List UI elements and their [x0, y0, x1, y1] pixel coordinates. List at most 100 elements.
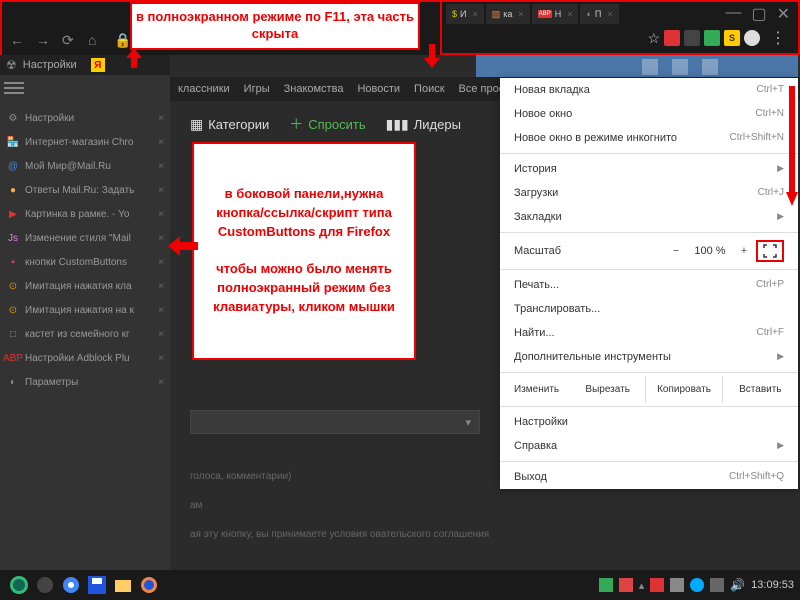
- maximize-icon[interactable]: ▢: [747, 4, 770, 24]
- menu-cast[interactable]: Транслировать...: [500, 297, 798, 321]
- browser-tab[interactable]: ABPН×: [532, 4, 579, 24]
- close-icon[interactable]: ×: [158, 161, 164, 172]
- menu-bookmarks[interactable]: Закладки▶: [500, 205, 798, 229]
- start-button[interactable]: [6, 572, 32, 598]
- forward-icon[interactable]: →: [36, 32, 52, 48]
- mail-icon[interactable]: [702, 59, 718, 75]
- menu-new-window[interactable]: Новое окноCtrl+N: [500, 102, 798, 126]
- close-icon[interactable]: ✕: [773, 4, 794, 24]
- nav-link[interactable]: классники: [178, 83, 230, 95]
- close-icon[interactable]: ×: [518, 9, 523, 19]
- sidebar-item[interactable]: ⊙Имитация нажатия на к×: [2, 298, 168, 322]
- menu-new-tab[interactable]: Новая вкладкаCtrl+T: [500, 78, 798, 102]
- menu-more-tools[interactable]: Дополнительные инструменты▶: [500, 345, 798, 369]
- firefox-icon[interactable]: [136, 572, 162, 598]
- close-icon[interactable]: ×: [158, 305, 164, 316]
- close-icon[interactable]: ×: [158, 233, 164, 244]
- menu-incognito[interactable]: Новое окно в режиме инкогнитоCtrl+Shift+…: [500, 126, 798, 150]
- close-icon[interactable]: ×: [472, 9, 477, 19]
- address-bar[interactable]: ☆ S ⋮: [442, 26, 798, 50]
- menu-downloads[interactable]: ЗагрузкиCtrl+J: [500, 181, 798, 205]
- close-icon[interactable]: ×: [158, 377, 164, 388]
- categories-button[interactable]: ▦Категории: [190, 116, 269, 133]
- nav-link[interactable]: Игры: [244, 83, 270, 95]
- close-icon[interactable]: ×: [158, 257, 164, 268]
- sidebar-item[interactable]: ⊙Имитация нажатия кла×: [2, 274, 168, 298]
- browser-tab[interactable]: ◐П×: [580, 4, 618, 24]
- explorer-icon[interactable]: [110, 572, 136, 598]
- tray-icon[interactable]: [619, 578, 633, 592]
- photo-icon[interactable]: [672, 59, 688, 75]
- tab-favicon: ⚙: [6, 111, 20, 125]
- tray-icon[interactable]: [670, 578, 684, 592]
- yandex-icon[interactable]: Я: [91, 58, 105, 72]
- ext-icon[interactable]: [704, 30, 720, 46]
- sidebar-item[interactable]: ⚙Настройки×: [2, 106, 168, 130]
- taskbar: ▴ 🔊 13:09:53: [0, 570, 800, 600]
- network-icon[interactable]: [710, 578, 724, 592]
- sidebar-item[interactable]: ◐Параметры×: [2, 370, 168, 394]
- star-icon[interactable]: ☆: [647, 30, 660, 47]
- abp-icon[interactable]: [664, 30, 680, 46]
- steam-icon[interactable]: [32, 572, 58, 598]
- close-icon[interactable]: ×: [158, 329, 164, 340]
- chrome-icon[interactable]: [58, 572, 84, 598]
- sidebar-item[interactable]: ▪кнопки CustomButtons×: [2, 250, 168, 274]
- close-icon[interactable]: ×: [158, 185, 164, 196]
- close-icon[interactable]: ×: [607, 9, 612, 19]
- fullscreen-button[interactable]: [756, 240, 784, 262]
- tray-chevron-icon[interactable]: ▴: [639, 579, 645, 592]
- menu-help[interactable]: Справка▶: [500, 434, 798, 458]
- ask-button[interactable]: ＋Спросить: [289, 114, 365, 134]
- save-icon[interactable]: [84, 572, 110, 598]
- sidebar-item[interactable]: ▶Картинка в рамке. - Yo×: [2, 202, 168, 226]
- system-tray: ▴ 🔊 13:09:53: [599, 578, 794, 592]
- volume-icon[interactable]: 🔊: [730, 578, 745, 592]
- menu-dots-icon[interactable]: ⋮: [764, 28, 792, 48]
- close-icon[interactable]: ×: [158, 113, 164, 124]
- close-icon[interactable]: ×: [158, 353, 164, 364]
- close-icon[interactable]: ×: [158, 209, 164, 220]
- close-icon[interactable]: ×: [567, 9, 572, 19]
- tab-strip: $И× ▧ка× ABPН× ◐П× — ▢ ✕: [442, 2, 798, 26]
- reload-icon[interactable]: ⟳: [62, 32, 78, 48]
- copy-button[interactable]: Копировать: [646, 376, 722, 403]
- home-icon[interactable]: ⌂: [88, 32, 104, 48]
- profile-icon[interactable]: [744, 30, 760, 46]
- stylish-icon[interactable]: S: [724, 30, 740, 46]
- clock[interactable]: 13:09:53: [751, 579, 794, 591]
- close-icon[interactable]: ×: [158, 281, 164, 292]
- menu-settings[interactable]: Настройки: [500, 410, 798, 434]
- tray-icon[interactable]: [650, 578, 664, 592]
- sidebar-item[interactable]: @Мой Мир@Mail.Ru×: [2, 154, 168, 178]
- menu-exit[interactable]: ВыходCtrl+Shift+Q: [500, 465, 798, 489]
- menu-history[interactable]: История▶: [500, 157, 798, 181]
- browser-tab[interactable]: $И×: [446, 4, 484, 24]
- sidebar-item[interactable]: JsИзменение стиля "Mail×: [2, 226, 168, 250]
- nav-link[interactable]: Знакомства: [284, 83, 344, 95]
- menu-find[interactable]: Найти...Ctrl+F: [500, 321, 798, 345]
- menu-print[interactable]: Печать...Ctrl+P: [500, 273, 798, 297]
- sidebar-item[interactable]: ABPНастройки Adblock Plu×: [2, 346, 168, 370]
- hamburger-icon[interactable]: [4, 82, 24, 98]
- skype-icon[interactable]: [690, 578, 704, 592]
- paste-button[interactable]: Вставить: [723, 376, 798, 403]
- nav-link[interactable]: Новости: [357, 83, 400, 95]
- feed-icon[interactable]: [642, 59, 658, 75]
- zoom-in-button[interactable]: +: [732, 245, 756, 257]
- minimize-icon[interactable]: —: [721, 4, 745, 24]
- tray-icon[interactable]: [599, 578, 613, 592]
- zoom-out-button[interactable]: −: [664, 245, 688, 257]
- settings-label[interactable]: Настройки: [23, 59, 77, 71]
- sidebar-item[interactable]: □кастет из семейного кг×: [2, 322, 168, 346]
- back-icon[interactable]: ←: [10, 32, 26, 48]
- cut-button[interactable]: Вырезать: [570, 376, 646, 403]
- sidebar-item[interactable]: 🏪Интернет-магазин Chro×: [2, 130, 168, 154]
- leaders-button[interactable]: ▮▮▮Лидеры: [386, 116, 461, 133]
- category-select[interactable]: ▾: [190, 410, 480, 434]
- close-icon[interactable]: ×: [158, 137, 164, 148]
- sidebar-item[interactable]: ●Ответы Mail.Ru: Задать×: [2, 178, 168, 202]
- ext-icon[interactable]: [684, 30, 700, 46]
- browser-tab[interactable]: ▧ка×: [486, 4, 530, 24]
- nav-link[interactable]: Поиск: [414, 83, 444, 95]
